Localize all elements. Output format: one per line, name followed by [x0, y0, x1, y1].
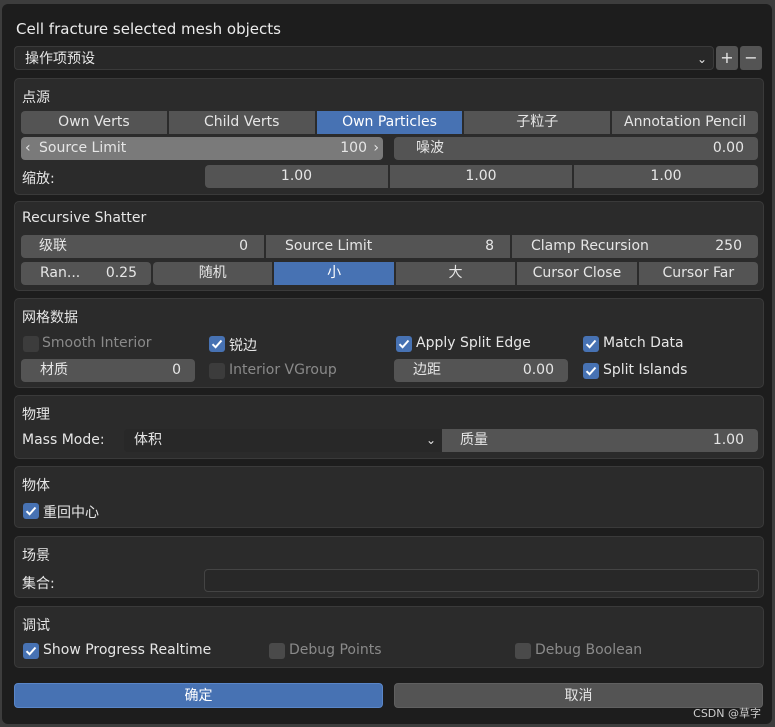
interior-vgroup-checkbox[interactable] — [209, 363, 225, 379]
margin-field[interactable]: 边距 0.00 — [394, 359, 568, 382]
apply-split-edge-checkbox[interactable] — [396, 336, 412, 352]
clamp-recursion-value: 250 — [715, 238, 742, 254]
margin-label: 边距 — [413, 362, 441, 378]
noise-label: 噪波 — [416, 140, 444, 156]
debug-boolean-label: Debug Boolean — [535, 642, 643, 658]
mass-field[interactable]: 质量 1.00 — [442, 429, 758, 452]
preset-dropdown[interactable]: 操作项预设 ⌄ — [14, 46, 714, 70]
debug-panel: 调试 Show Progress Realtime Debug Points D… — [14, 606, 764, 668]
mass-mode-label: Mass Mode: — [22, 432, 105, 448]
scale-x-value: 1.00 — [280, 168, 313, 184]
recursion-option-3[interactable]: Cursor Close — [517, 262, 637, 285]
chevron-left-icon[interactable]: ‹ — [25, 137, 31, 160]
source-limit-value: 100 — [340, 140, 367, 156]
physics-panel-title: 物理 — [22, 407, 50, 423]
recursion-level-label: 级联 — [39, 238, 67, 254]
watermark: CSDN @草字 — [693, 707, 761, 720]
dialog-title: Cell fracture selected mesh objects — [16, 20, 281, 38]
physics-panel: 物理 Mass Mode: 体积 ⌄ 质量 1.00 — [14, 395, 764, 459]
recenter-checkbox[interactable] — [23, 503, 39, 519]
debug-points-label: Debug Points — [289, 642, 382, 658]
mesh-panel: 网格数据 Smooth Interior 锐边 Apply Split Edge… — [14, 298, 764, 388]
source-limit-slider[interactable]: ‹ Source Limit 100 › — [21, 137, 383, 160]
interior-vgroup-label: Interior VGroup — [229, 362, 337, 378]
noise-value: 0.00 — [712, 140, 744, 156]
scale-z-value: 1.00 — [650, 168, 682, 184]
material-field[interactable]: 材质 0 — [21, 359, 195, 382]
clamp-recursion-field[interactable]: Clamp Recursion 250 — [512, 235, 758, 258]
scale-label: 缩放: — [22, 171, 55, 187]
margin-value: 0.00 — [522, 362, 554, 378]
recursion-level-value: 0 — [239, 238, 248, 254]
scale-y-field[interactable]: 1.00 — [390, 165, 572, 188]
recursion-random-value: 0.25 — [105, 265, 137, 281]
recursion-source-limit-field[interactable]: Source Limit 8 — [266, 235, 510, 258]
scene-panel: 场景 集合: — [14, 536, 764, 598]
scale-x-field[interactable]: 1.00 — [205, 165, 388, 188]
recursion-random-label: Ran... — [40, 265, 81, 281]
mass-label: 质量 — [460, 432, 488, 448]
collection-field[interactable] — [204, 569, 759, 592]
collection-label: 集合: — [22, 576, 55, 592]
recursion-option-1[interactable]: 小 — [274, 262, 394, 285]
source-tab-4[interactable]: Annotation Pencil — [612, 111, 758, 134]
preset-value: 操作项预设 — [25, 51, 95, 67]
material-label: 材质 — [40, 362, 68, 378]
object-panel: 物体 重回中心 — [14, 466, 764, 528]
scene-panel-title: 场景 — [22, 548, 50, 564]
smooth-interior-checkbox[interactable] — [23, 336, 39, 352]
recursion-level-field[interactable]: 级联 0 — [21, 235, 264, 258]
source-limit-label: Source Limit — [39, 140, 127, 156]
material-value: 0 — [172, 362, 181, 378]
ok-button[interactable]: 确定 — [14, 683, 383, 708]
scale-z-field[interactable]: 1.00 — [574, 165, 758, 188]
scale-y-value: 1.00 — [465, 168, 497, 184]
source-panel-title: 点源 — [22, 90, 50, 106]
recursion-option-2[interactable]: 大 — [395, 262, 516, 285]
match-data-label: Match Data — [603, 335, 684, 351]
sharp-edges-label: 锐边 — [229, 338, 257, 354]
split-islands-label: Split Islands — [603, 362, 688, 378]
split-islands-checkbox[interactable] — [583, 363, 599, 379]
debug-boolean-checkbox[interactable] — [515, 643, 531, 659]
mass-value: 1.00 — [712, 432, 744, 448]
debug-panel-title: 调试 — [22, 618, 50, 634]
source-tab-3[interactable]: 子粒子 — [464, 111, 611, 134]
chevron-right-icon[interactable]: › — [373, 137, 379, 160]
chevron-down-icon: ⌄ — [696, 52, 707, 66]
debug-points-checkbox[interactable] — [269, 643, 285, 659]
recursion-source-limit-label: Source Limit — [285, 238, 373, 254]
remove-preset-button[interactable]: − — [740, 46, 762, 70]
source-tab-0[interactable]: Own Verts — [21, 111, 167, 134]
mass-mode-value: 体积 — [134, 432, 162, 448]
object-panel-title: 物体 — [22, 478, 50, 494]
sharp-edges-checkbox[interactable] — [209, 336, 225, 352]
chevron-down-icon: ⌄ — [425, 433, 436, 447]
mesh-panel-title: 网格数据 — [22, 310, 78, 326]
recursive-panel-title: Recursive Shatter — [22, 210, 147, 226]
show-progress-label: Show Progress Realtime — [43, 642, 212, 658]
recursive-panel: Recursive Shatter 级联 0 Source Limit 8 Cl… — [14, 201, 764, 291]
clamp-recursion-label: Clamp Recursion — [531, 238, 649, 254]
recursion-random-field[interactable]: Ran... 0.25 — [21, 262, 151, 285]
recursion-source-limit-value: 8 — [485, 238, 494, 254]
smooth-interior-label: Smooth Interior — [42, 335, 152, 351]
source-tab-2[interactable]: Own Particles — [316, 111, 463, 134]
show-progress-checkbox[interactable] — [23, 643, 39, 659]
recursion-option-4[interactable]: Cursor Far — [638, 262, 758, 285]
mass-mode-dropdown[interactable]: 体积 ⌄ — [124, 429, 442, 452]
match-data-checkbox[interactable] — [583, 336, 599, 352]
noise-field[interactable]: 噪波 0.00 — [394, 137, 758, 160]
recenter-label: 重回中心 — [43, 505, 99, 521]
recursion-option-0[interactable]: 随机 — [153, 262, 273, 285]
apply-split-edge-label: Apply Split Edge — [416, 335, 531, 351]
source-panel: 点源 Own Verts Child Verts Own Particles 子粒子 A… — [14, 78, 764, 195]
add-preset-button[interactable]: + — [716, 46, 738, 70]
source-tab-1[interactable]: Child Verts — [168, 111, 315, 134]
